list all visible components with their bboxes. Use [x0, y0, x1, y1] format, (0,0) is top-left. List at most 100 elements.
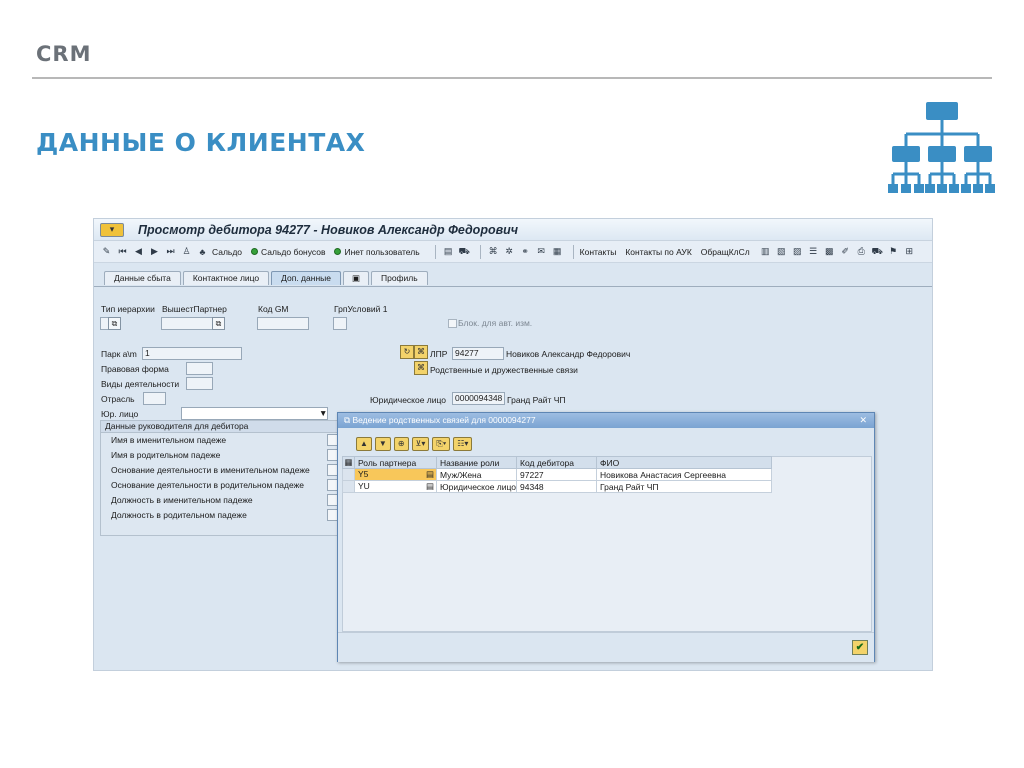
- table-icon[interactable]: ⊞: [903, 245, 916, 258]
- layout-icon[interactable]: ☷▾: [453, 437, 473, 451]
- column-header[interactable]: ФИО: [596, 456, 772, 469]
- prev-page-icon[interactable]: ◀: [132, 245, 145, 258]
- find-icon[interactable]: ⊕: [393, 437, 409, 451]
- toolbar-separator: [434, 244, 436, 259]
- grid-icon[interactable]: ▦: [551, 245, 564, 258]
- industry-label: Отрасль: [101, 394, 135, 404]
- row-label: Имя в именительном падеже: [111, 435, 227, 445]
- role-cell[interactable]: YU ▤: [354, 480, 437, 493]
- role-name-cell: Юридическое лицо: [435, 480, 518, 493]
- factory-icon[interactable]: ▧: [775, 245, 788, 258]
- industry-field[interactable]: [143, 392, 166, 405]
- column-header[interactable]: Роль партнера: [354, 456, 437, 469]
- lookup-icon[interactable]: ▤: [426, 481, 436, 492]
- document-icon[interactable]: ▤: [442, 245, 455, 258]
- legal-form-field[interactable]: [186, 362, 213, 375]
- role-name-cell: Муж/Жена: [435, 468, 518, 481]
- auto-change-block-label: Блок. для авт. изм.: [458, 318, 533, 328]
- obrash-button[interactable]: ОбращКлСл: [701, 247, 750, 257]
- park-field[interactable]: 1: [142, 347, 242, 360]
- select-all-icon[interactable]: ▦: [342, 456, 355, 469]
- lookup-icon[interactable]: ▤: [426, 469, 436, 480]
- row-label: Основание деятельности в родительном пад…: [111, 480, 305, 490]
- chevron-down-icon[interactable]: ▼: [319, 408, 327, 418]
- hierarchy-icon[interactable]: ⌘: [487, 245, 500, 258]
- role-cell[interactable]: Y5 ▤: [354, 468, 437, 481]
- confirm-checkmark-icon[interactable]: ✔: [852, 640, 868, 655]
- saldo-button[interactable]: ♣ Сальдо: [196, 245, 243, 258]
- row-selector[interactable]: [342, 468, 355, 481]
- sap-window: ▾ Просмотр дебитора 94277 - Новиков Алек…: [93, 218, 933, 671]
- tab-additional-data[interactable]: Доп. данные: [271, 271, 341, 285]
- brand-label: CRM: [36, 42, 92, 66]
- auto-change-block-checkbox[interactable]: [448, 319, 457, 328]
- tab-profile[interactable]: Профиль: [370, 271, 428, 285]
- role-value: YU: [358, 481, 370, 491]
- sort-desc-icon[interactable]: ▼: [374, 437, 391, 451]
- edit-pen-icon[interactable]: ✎: [100, 245, 113, 258]
- activity-types-field[interactable]: [186, 377, 213, 390]
- tab-screen-icon[interactable]: ▣: [342, 271, 369, 285]
- column-header[interactable]: Название роли: [435, 456, 518, 469]
- list-icon[interactable]: ☰: [807, 245, 820, 258]
- list-item: Основание деятельности в именительном па…: [101, 463, 339, 478]
- truck-icon[interactable]: ⛟: [871, 245, 884, 258]
- copy-icon[interactable]: ⧉: [108, 317, 121, 330]
- printer-icon[interactable]: ⎙: [855, 245, 868, 258]
- list-item: Должность в именительном падеже: [101, 493, 339, 508]
- row-selector[interactable]: [342, 480, 355, 493]
- menu-button[interactable]: ▾: [100, 222, 124, 237]
- row-label: Имя в родительном падеже: [111, 450, 221, 460]
- gm-code-label: Код GM: [258, 304, 289, 314]
- debtor-cell: 97227: [516, 468, 598, 481]
- user-icon[interactable]: ♙: [180, 245, 193, 258]
- relations-link[interactable]: Родственные и дружественные связи: [430, 365, 578, 375]
- contacts-button[interactable]: Контакты: [580, 247, 617, 257]
- table-row[interactable]: YU ▤ Юридическое лицо 94348 Гранд Райт ЧП: [342, 480, 772, 493]
- sign-icon[interactable]: ⚑: [887, 245, 900, 258]
- row-label: Основание деятельности в именительном па…: [111, 465, 310, 475]
- notes-icon[interactable]: ▩: [823, 245, 836, 258]
- role-value: Y5: [358, 469, 369, 479]
- manager-data-group: Данные руководителя для дебитора Имя в и…: [100, 420, 340, 536]
- mail-icon[interactable]: ✉: [535, 245, 548, 258]
- hierarchy-icon[interactable]: ⌘: [414, 345, 428, 359]
- hierarchy-type-label: Тип иерархии: [101, 304, 155, 314]
- filter-icon[interactable]: ⊻▾: [411, 437, 430, 451]
- edit-icon[interactable]: ✐: [839, 245, 852, 258]
- inet-user-button[interactable]: Инет пользователь: [334, 247, 420, 257]
- saldo-bonus-label: Сальдо бонусов: [261, 246, 326, 257]
- copy-icon[interactable]: ⧉: [212, 317, 225, 330]
- gm-code-field[interactable]: [257, 317, 309, 330]
- car-icon[interactable]: ⛟: [458, 245, 471, 258]
- settings-icon[interactable]: ✲: [503, 245, 516, 258]
- legal-entity-dropdown[interactable]: [181, 407, 328, 420]
- column-header[interactable]: Код дебитора: [516, 456, 598, 469]
- legal-entity2-code-field[interactable]: 0000094348: [452, 392, 505, 405]
- group-title: Данные руководителя для дебитора: [101, 421, 339, 433]
- export-icon[interactable]: ⎘▾: [432, 437, 451, 451]
- tab-sales-data[interactable]: Данные сбыта: [104, 271, 181, 285]
- last-page-icon[interactable]: ⏭: [164, 245, 177, 258]
- close-icon[interactable]: ✕: [859, 413, 867, 428]
- next-page-icon[interactable]: ▶: [148, 245, 161, 258]
- condition-group-field[interactable]: [333, 317, 347, 330]
- parent-partner-label: ВышестПартнер: [162, 304, 227, 314]
- sort-asc-icon[interactable]: ▲: [356, 437, 372, 451]
- first-page-icon[interactable]: ⏮: [116, 245, 129, 258]
- refresh-icon[interactable]: ↻: [400, 345, 414, 359]
- toolbar-separator: [479, 244, 481, 259]
- parent-partner-field[interactable]: [161, 317, 213, 330]
- clipboard-icon[interactable]: ▨: [791, 245, 804, 258]
- park-label: Парк а\m: [101, 349, 137, 359]
- lpr-code-field[interactable]: 94277: [452, 347, 504, 360]
- tab-contact-person[interactable]: Контактное лицо: [182, 271, 270, 285]
- green-status-icon: [251, 248, 259, 255]
- relations-icon[interactable]: ⌘: [414, 361, 428, 375]
- table-row[interactable]: Y5 ▤ Муж/Жена 97227 Новикова Анастасия Се…: [342, 468, 772, 481]
- building-icon[interactable]: ▥: [759, 245, 772, 258]
- contacts-auk-button[interactable]: Контакты по АУК: [625, 247, 691, 257]
- saldo-bonus-button[interactable]: Сальдо бонусов: [251, 247, 325, 257]
- dialog-toolbar: ▲ ▼ ⊕ ⊻▾ ⎘▾ ☷▾: [356, 437, 475, 451]
- network-icon[interactable]: ⚭: [519, 245, 532, 258]
